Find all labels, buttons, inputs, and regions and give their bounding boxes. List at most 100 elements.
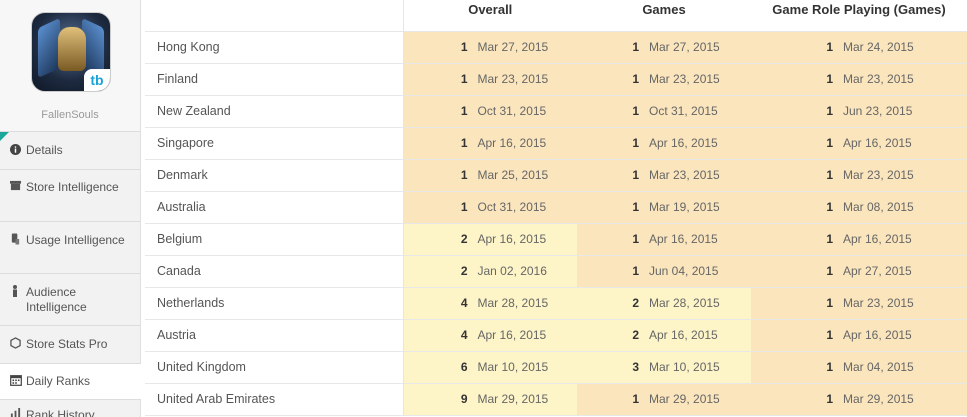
rank-value: 1 [826,168,833,182]
rank-value: 1 [632,200,639,214]
rank-date: Apr 16, 2015 [649,232,718,246]
rank-cell: 1 Mar 23, 2015 [403,63,577,96]
nav-item-details[interactable]: Details [0,131,140,169]
nav-item-audience-intelligence[interactable]: Audience Intelligence [0,273,140,325]
country-cell[interactable]: Hong Kong [145,31,404,64]
rank-date: Mar 23, 2015 [843,296,914,310]
rank-value: 6 [460,360,468,374]
ranks-table-container: Overall Games Game Role Playing (Games) … [145,0,967,417]
rank-date: Mar 23, 2015 [649,168,720,182]
rank-cell: 1 Mar 08, 2015 [751,191,967,224]
table-row: Canada 2 Jan 02, 2016 1 Jun 04, 2015 1 Apr 27,… [145,255,967,288]
country-cell[interactable]: New Zealand [145,95,404,128]
rank-cell: 1 Mar 23, 2015 [577,63,751,96]
nav-item-rank-history[interactable]: Rank History [0,399,140,417]
column-header-games[interactable]: Games [577,0,751,32]
rank-date: Oct 31, 2015 [477,104,547,118]
rank-cell: 1 Apr 16, 2015 [403,127,577,160]
rank-cell: 1 Apr 16, 2015 [751,127,967,160]
rank-date: Mar 29, 2015 [477,392,549,406]
rank-cell: 1 Mar 04, 2015 [751,351,967,384]
rank-cell: 1 Mar 24, 2015 [751,31,967,64]
rank-value: 2 [632,296,639,310]
rank-value: 1 [632,392,639,406]
rank-value: 1 [826,360,833,374]
app-icon[interactable]: tb [31,12,111,92]
rank-date: Mar 23, 2015 [843,72,914,86]
ranks-table: Overall Games Game Role Playing (Games) … [145,0,967,416]
rank-cell: 2 Apr 16, 2015 [577,319,751,352]
rank-date: Oct 31, 2015 [477,200,547,214]
country-cell[interactable]: Denmark [145,159,404,192]
rank-date: Mar 28, 2015 [649,296,720,310]
tb-badge: tb [84,69,110,91]
country-cell[interactable]: Finland [145,63,404,96]
nav-item-store-stats-pro[interactable]: Store Stats Pro [0,325,140,363]
nav-label: Audience Intelligence [26,285,87,314]
rank-value: 1 [632,168,639,182]
nav-item-daily-ranks[interactable]: Daily Ranks [0,363,141,399]
rank-cell: 1 Apr 16, 2015 [751,223,967,256]
rank-cell: 2 Jan 02, 2016 [403,255,577,288]
rank-cell: 1 Apr 16, 2015 [751,319,967,352]
rank-date: Apr 16, 2015 [843,136,912,150]
rank-date: Jun 04, 2015 [649,264,719,278]
rank-date: Mar 24, 2015 [843,40,914,54]
country-cell[interactable]: Canada [145,255,404,288]
rank-value: 1 [460,72,468,86]
nav-label: Store Intelligence [26,180,119,194]
rank-value: 1 [826,104,833,118]
rank-date: Jan 02, 2016 [477,264,547,278]
table-row: Finland 1 Mar 23, 2015 1 Mar 23, 2015 1 Mar 23… [145,63,967,96]
rank-value: 9 [460,392,468,406]
calendar-icon [10,374,24,389]
rank-value: 1 [460,40,468,54]
rank-date: Apr 16, 2015 [649,136,718,150]
rank-value: 1 [826,136,833,150]
rank-date: Jun 23, 2015 [843,104,913,118]
rank-date: Mar 23, 2015 [843,168,914,182]
country-cell[interactable]: United Kingdom [145,351,404,384]
rank-cell: 6 Mar 10, 2015 [403,351,577,384]
rank-date: Mar 29, 2015 [843,392,914,406]
rank-cell: 1 Mar 29, 2015 [577,383,751,416]
rank-date: Apr 16, 2015 [477,136,547,150]
table-row: Australia 1 Oct 31, 2015 1 Mar 19, 2015 1 Mar … [145,191,967,224]
nav-label: Store Stats Pro [26,337,108,351]
country-cell[interactable]: Singapore [145,127,404,160]
rank-cell: 1 Oct 31, 2015 [403,95,577,128]
app-header: tb FallenSouls [0,0,140,131]
rank-value: 1 [632,136,639,150]
rank-date: Apr 16, 2015 [843,232,912,246]
country-cell[interactable]: Netherlands [145,287,404,320]
column-header-overall[interactable]: Overall [403,0,577,32]
store-icon [10,180,24,194]
column-header-game-role-playing[interactable]: Game Role Playing (Games) [751,0,967,32]
nav-label: Rank History [26,408,95,417]
table-row: United Kingdom 6 Mar 10, 2015 3 Mar 10, 2015… [145,351,967,384]
rank-cell: 2 Apr 16, 2015 [403,223,577,256]
country-cell[interactable]: Austria [145,319,404,352]
person-icon [10,285,24,300]
rank-cell: 2 Mar 28, 2015 [577,287,751,320]
country-cell[interactable]: United Arab Emirates [145,383,404,416]
rank-cell: 1 Oct 31, 2015 [403,191,577,224]
nav-item-store-intelligence[interactable]: Store Intelligence [0,169,140,221]
rank-date: Mar 29, 2015 [649,392,720,406]
table-row: United Arab Emirates 9 Mar 29, 2015 1 Mar 29… [145,383,967,416]
info-icon [10,143,24,158]
rank-value: 1 [460,200,468,214]
rank-value: 1 [632,232,639,246]
helmet-graphic [58,27,86,71]
country-cell[interactable]: Belgium [145,223,404,256]
hexagon-icon [10,337,24,352]
country-cell[interactable]: Australia [145,191,404,224]
nav-item-usage-intelligence[interactable]: Usage Intelligence [0,221,140,273]
table-row: Austria 4 Apr 16, 2015 2 Apr 16, 2015 1 Apr 16… [145,319,967,352]
table-row: Belgium 2 Apr 16, 2015 1 Apr 16, 2015 1 Apr 16… [145,223,967,256]
rank-cell: 1 Jun 23, 2015 [751,95,967,128]
rank-value: 1 [460,136,468,150]
rank-cell: 1 Mar 19, 2015 [577,191,751,224]
rank-date: Apr 16, 2015 [477,328,547,342]
nav-label: Usage Intelligence [26,233,125,247]
